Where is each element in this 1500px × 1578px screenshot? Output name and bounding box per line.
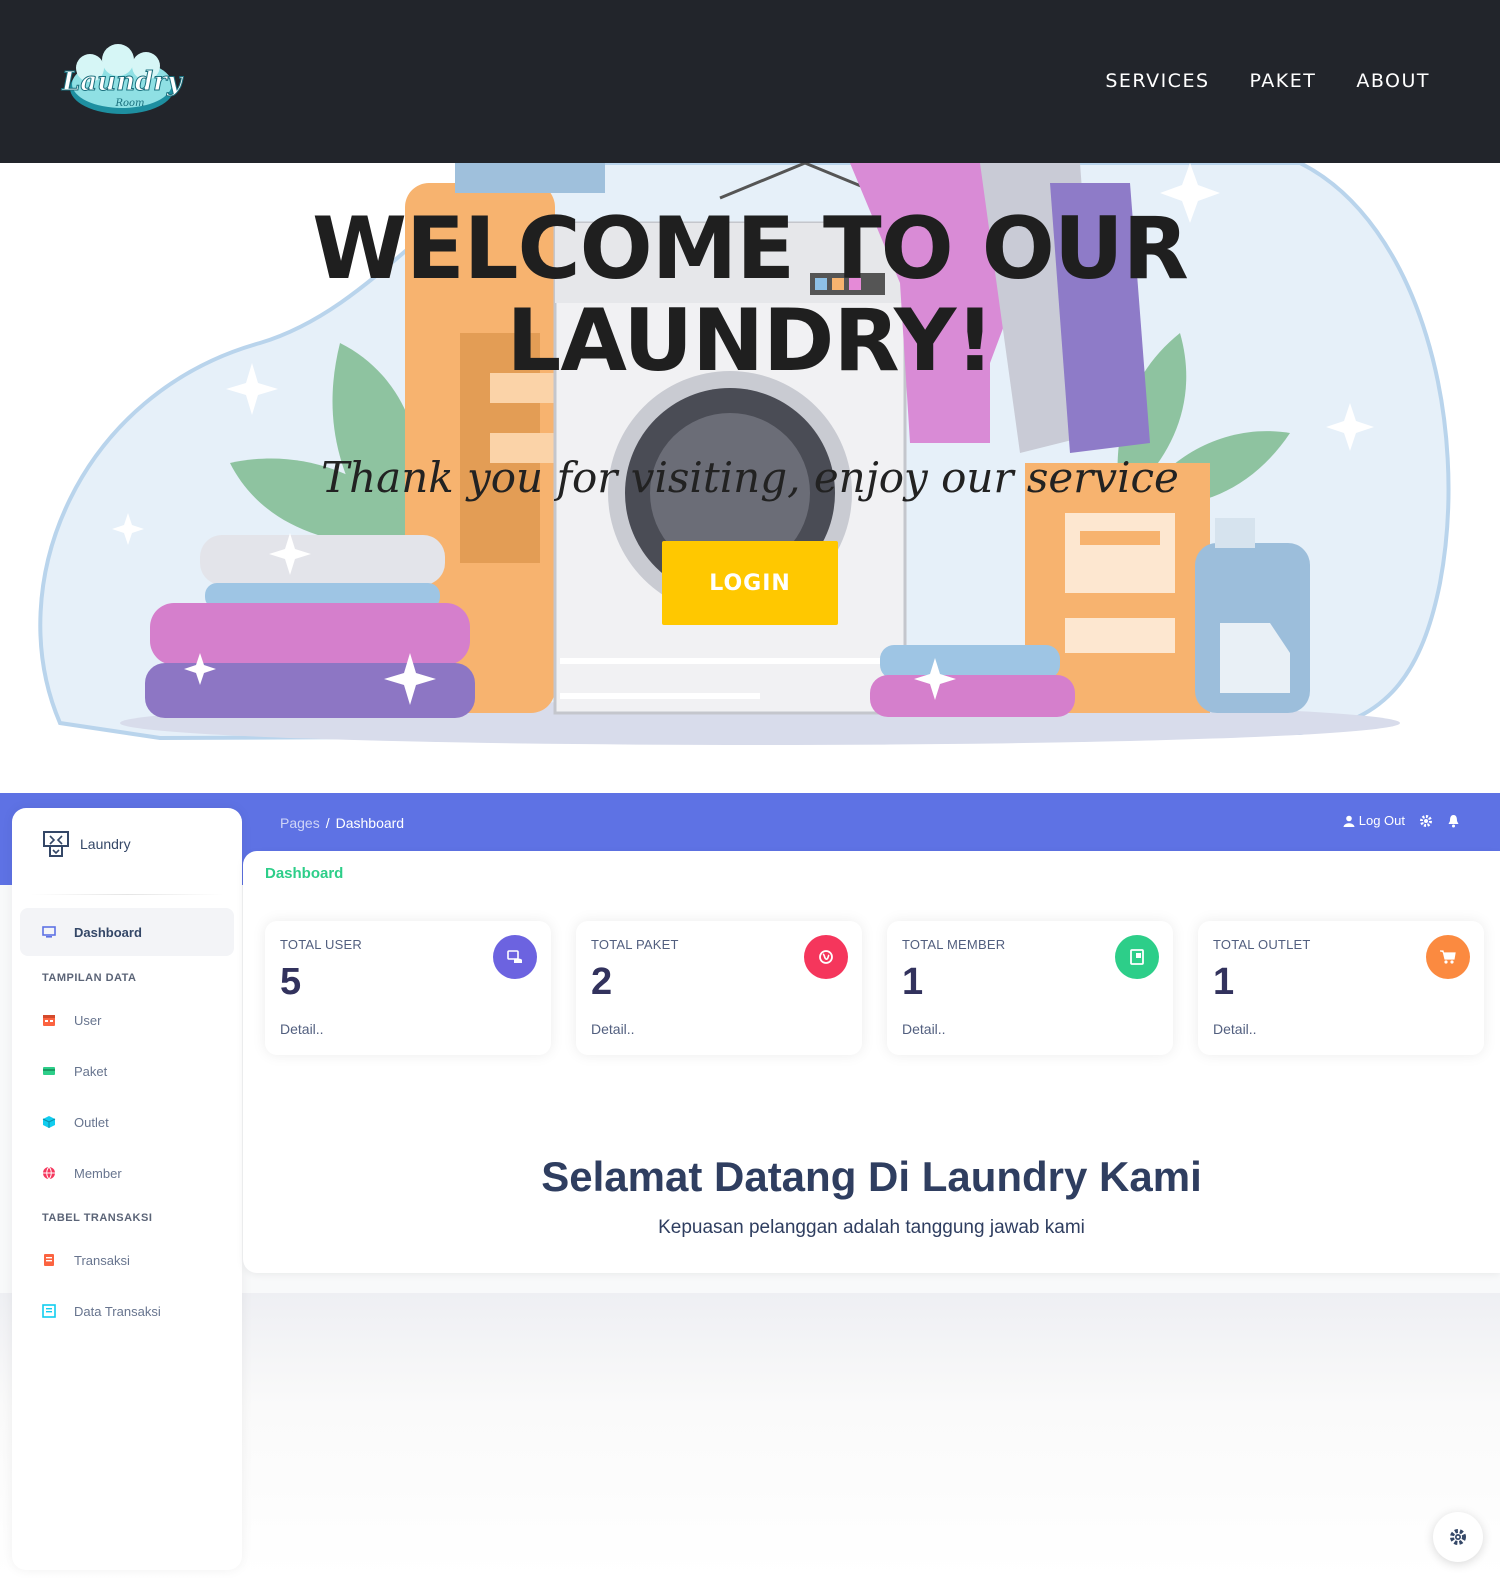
- stat-card-total-paket[interactable]: TOTAL PAKET 2 Detail..: [576, 921, 862, 1055]
- breadcrumb: Pages / Dashboard: [280, 815, 404, 831]
- sidebar-brand-label: Laundry: [80, 836, 131, 852]
- laundry-brand-icon: [43, 831, 69, 857]
- login-button[interactable]: LOGIN: [662, 541, 838, 625]
- stat-detail-link[interactable]: Detail..: [902, 1021, 946, 1037]
- stat-value: 2: [591, 961, 613, 1003]
- monitor-icon: [42, 925, 56, 939]
- sidebar-item-outlet[interactable]: Outlet: [20, 1098, 234, 1146]
- welcome-title: Selamat Datang Di Laundry Kami: [541, 1153, 1202, 1200]
- dashboard-main-card: Dashboard TOTAL USER 5 Detail.. TOTAL PA…: [243, 851, 1500, 1273]
- gear-icon[interactable]: [1419, 814, 1433, 828]
- table-icon: [42, 1304, 56, 1318]
- sidebar-item-label: Outlet: [74, 1114, 109, 1130]
- box-icon: [42, 1115, 56, 1129]
- user-icon: [1343, 815, 1355, 827]
- hero-subtitle: Thank you for visiting, enjoy our servic…: [321, 453, 1179, 502]
- stat-value: 5: [280, 961, 302, 1003]
- settings-plugin-button[interactable]: [1433, 1512, 1483, 1562]
- sidebar: Laundry Dashboard TAMPILAN DATA User Pak…: [12, 808, 242, 1570]
- nav-about[interactable]: ABOUT: [1356, 70, 1430, 92]
- welcome-subtitle: Kepuasan pelanggan adalah tanggung jawab…: [658, 1217, 1085, 1238]
- stat-detail-link[interactable]: Detail..: [280, 1021, 324, 1037]
- nav-paket[interactable]: PAKET: [1250, 70, 1317, 92]
- sidebar-item-label: Data Transaksi: [74, 1303, 161, 1319]
- stat-value: 1: [902, 961, 924, 1003]
- credit-card-icon: [42, 1064, 56, 1078]
- landing-nav: SERVICES PAKET ABOUT: [1105, 70, 1430, 92]
- logout-button[interactable]: Log Out: [1343, 813, 1405, 828]
- dashboard-screen: Laundry Dashboard TAMPILAN DATA User Pak…: [0, 793, 1500, 1578]
- sidebar-item-label: Paket: [74, 1063, 108, 1079]
- hero-section: WELCOME TO OUR LAUNDRY! Thank you for vi…: [0, 163, 1500, 793]
- svg-text:Laundry: Laundry: [61, 67, 184, 97]
- stat-detail-link[interactable]: Detail..: [591, 1021, 635, 1037]
- sidebar-divider: [30, 894, 224, 895]
- stat-label: TOTAL PAKET: [591, 937, 679, 952]
- sidebar-section-tabel-transaksi: TABEL TRANSAKSI: [42, 1212, 153, 1224]
- sidebar-item-transaksi[interactable]: Transaksi: [20, 1236, 234, 1284]
- gear-icon: [1450, 1529, 1466, 1545]
- world-icon: [42, 1166, 56, 1180]
- page-title: Dashboard: [265, 865, 344, 882]
- laundry-logo[interactable]: Laundry Room: [60, 44, 184, 120]
- sidebar-item-paket[interactable]: Paket: [20, 1047, 234, 1095]
- landing-navbar: Laundry Room SERVICES PAKET ABOUT: [0, 0, 1500, 163]
- logout-label: Log Out: [1358, 813, 1405, 828]
- stat-card-total-member[interactable]: TOTAL MEMBER 1 Detail..: [887, 921, 1173, 1055]
- sidebar-section-tampilan-data: TAMPILAN DATA: [42, 972, 137, 984]
- document-icon: [42, 1253, 56, 1267]
- stat-label: TOTAL USER: [280, 937, 362, 952]
- hero-title: WELCOME TO OUR LAUNDRY!: [0, 203, 1500, 387]
- sidebar-item-label: User: [74, 1012, 102, 1028]
- globe-icon: [804, 935, 848, 979]
- stat-label: TOTAL OUTLET: [1213, 937, 1311, 952]
- hero-title-line2: LAUNDRY!: [506, 291, 995, 391]
- breadcrumb-separator: /: [325, 815, 330, 831]
- sidebar-item-label: Member: [74, 1165, 122, 1181]
- sidebar-item-label: Dashboard: [74, 924, 142, 940]
- cart-icon: [1426, 935, 1470, 979]
- sidebar-item-data-transaksi[interactable]: Data Transaksi: [20, 1287, 234, 1335]
- calendar-icon: [42, 1013, 56, 1027]
- user-db-icon: [493, 935, 537, 979]
- header-actions: Log Out: [1343, 813, 1460, 828]
- nav-services[interactable]: SERVICES: [1105, 70, 1209, 92]
- stat-label: TOTAL MEMBER: [902, 937, 1006, 952]
- stat-value: 1: [1213, 961, 1235, 1003]
- stat-detail-link[interactable]: Detail..: [1213, 1021, 1257, 1037]
- id-card-icon: [1115, 935, 1159, 979]
- sidebar-item-label: Transaksi: [74, 1252, 130, 1268]
- hero-title-line1: WELCOME TO OUR: [312, 199, 1189, 299]
- bell-icon[interactable]: [1447, 814, 1460, 828]
- breadcrumb-root[interactable]: Pages: [280, 815, 320, 831]
- sidebar-item-member[interactable]: Member: [20, 1149, 234, 1197]
- stat-card-total-user[interactable]: TOTAL USER 5 Detail..: [265, 921, 551, 1055]
- sidebar-item-user[interactable]: User: [20, 996, 234, 1044]
- svg-text:Room: Room: [114, 98, 144, 109]
- sidebar-brand[interactable]: Laundry: [42, 830, 131, 858]
- stat-card-total-outlet[interactable]: TOTAL OUTLET 1 Detail..: [1198, 921, 1484, 1055]
- breadcrumb-current: Dashboard: [335, 815, 405, 831]
- sidebar-item-dashboard[interactable]: Dashboard: [20, 908, 234, 956]
